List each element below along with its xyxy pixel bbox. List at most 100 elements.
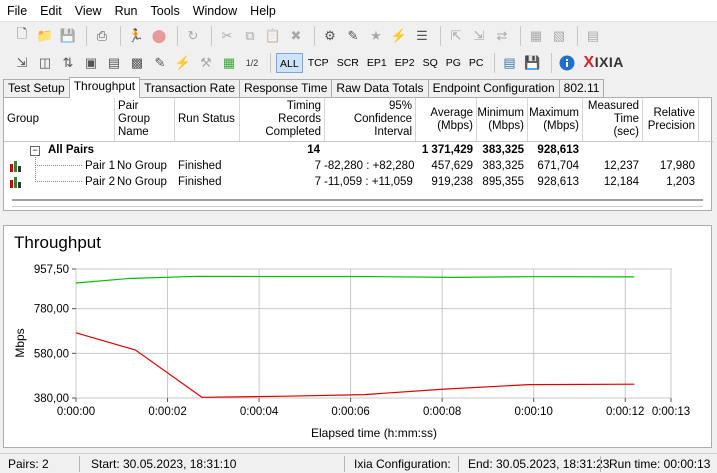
multicast-icon[interactable]: ★ — [366, 26, 386, 46]
filter-pc-button[interactable]: PC — [466, 53, 487, 73]
maximum: 671,704 — [537, 160, 579, 172]
confidence-interval: -82,280 : +82,280 — [324, 160, 415, 172]
filter-ep2-button[interactable]: EP2 — [392, 53, 418, 73]
grid-icon[interactable]: ▦ — [526, 26, 546, 46]
pair-group: No Group — [117, 176, 167, 188]
table-row[interactable]: Pair 2 No Group Finished 7 -11,059 : +11… — [4, 167, 713, 191]
save-icon[interactable]: 💾 — [58, 26, 78, 46]
col-run-status[interactable]: Run Status — [175, 98, 240, 141]
measured-time: 12,237 — [603, 160, 639, 172]
status-pairs: Pairs: 2 — [8, 457, 49, 471]
run-icon[interactable]: 🏃 — [126, 26, 146, 46]
summary-row[interactable]: − All Pairs 14 1 371,429 383,325 928,613 — [4, 143, 713, 159]
col-group[interactable]: Group — [4, 98, 115, 141]
collapse-icon[interactable]: ⇲ — [469, 26, 489, 46]
col-average[interactable]: Average (Mbps) — [416, 98, 477, 141]
pair-group-icon[interactable]: ◫ — [35, 53, 55, 73]
relative-precision: 1,203 — [666, 176, 695, 188]
filter-ep1-button[interactable]: EP1 — [364, 53, 390, 73]
copy-icon[interactable]: ⧉ — [240, 26, 260, 46]
tab-throughput[interactable]: Throughput — [68, 77, 141, 98]
disk-icon[interactable]: 💾 — [523, 53, 543, 73]
print-icon[interactable]: ⎙ — [92, 26, 112, 46]
maximum: 928,613 — [537, 176, 579, 188]
tab-802-11[interactable]: 802.11 — [558, 79, 605, 97]
filter-scr-button[interactable]: SCR — [334, 53, 362, 73]
menu-tools[interactable]: Tools — [144, 4, 186, 18]
minimum: 383,325 — [482, 160, 524, 172]
x-tick-label: 0:00:12 — [606, 406, 644, 418]
tab-bar: Test Setup Throughput Transaction Rate R… — [3, 77, 605, 98]
col-measured-time[interactable]: Measured Time (sec) — [583, 98, 643, 141]
new-file-icon[interactable]: 🗋 — [12, 26, 32, 46]
y-tick-label: 780,00 — [34, 304, 69, 316]
timing-records: 7 — [314, 176, 321, 188]
filter-all-button[interactable]: ALL — [276, 53, 303, 73]
plot-area — [75, 268, 672, 399]
cut-icon[interactable]: ✂ — [217, 26, 237, 46]
table-row[interactable]: Pair 1 No Group Finished 7 -82,280 : +82… — [4, 155, 713, 175]
refresh-icon[interactable]: ↻ — [183, 26, 203, 46]
script-icon[interactable]: ☰ — [412, 26, 432, 46]
x-tick-label: 0:00:08 — [423, 406, 461, 418]
hardware-icon[interactable]: ▣ — [81, 53, 101, 73]
edit-pair-icon[interactable]: ✎ — [343, 26, 363, 46]
tab-transaction-rate[interactable]: Transaction Rate — [139, 79, 241, 97]
timing-records: 7 — [314, 160, 321, 172]
menu-file[interactable]: File — [0, 4, 33, 18]
filter-pg-button[interactable]: PG — [443, 53, 464, 73]
status-run-time: Run time: 00:00:13 — [609, 457, 711, 471]
x-axis-label: Elapsed time (h:mm:ss) — [311, 426, 437, 440]
report-icon[interactable]: ▤ — [583, 26, 603, 46]
col-timing-records[interactable]: Timing Records Completed — [240, 98, 325, 141]
table-icon[interactable]: ▧ — [549, 26, 569, 46]
expand-icon[interactable]: ⇱ — [446, 26, 466, 46]
filter-sq-button[interactable]: SQ — [420, 53, 441, 73]
tab-response-time[interactable]: Response Time — [239, 79, 333, 97]
endpoint-icon[interactable]: ⇲ — [12, 53, 32, 73]
pair-name: Pair 1 — [85, 160, 116, 172]
menu-help[interactable]: Help — [243, 4, 282, 18]
menu-view[interactable]: View — [68, 4, 108, 18]
tab-test-setup[interactable]: Test Setup — [3, 79, 70, 97]
step-icon[interactable]: 1/2 — [242, 53, 262, 73]
menu-edit[interactable]: Edit — [33, 4, 68, 18]
summary-maximum: 928,613 — [537, 144, 579, 156]
throughput-icon[interactable]: ▦ — [219, 53, 239, 73]
minimum: 895,355 — [482, 176, 524, 188]
horizontal-scrollbar[interactable] — [12, 199, 703, 207]
endpoint-status-icon[interactable]: ▩ — [127, 53, 147, 73]
tab-endpoint-configuration[interactable]: Endpoint Configuration — [427, 79, 560, 97]
sort-icon[interactable]: ⇅ — [58, 53, 78, 73]
col-pair-group-name[interactable]: Pair Group Name — [115, 98, 175, 141]
col-relative-precision[interactable]: Relative Precision — [643, 98, 699, 141]
open-folder-icon[interactable]: 📁 — [35, 26, 55, 46]
x-tick-label: 0:00:04 — [240, 406, 279, 418]
add-pair-icon[interactable]: ⚙ — [320, 26, 340, 46]
col-confidence-interval[interactable]: 95% Confidence Interval — [325, 98, 416, 141]
options-icon[interactable]: ⚒ — [196, 53, 216, 73]
menu-window[interactable]: Window — [186, 4, 243, 18]
pair-chart-icon — [10, 161, 21, 172]
delete-icon[interactable]: ✖ — [286, 26, 306, 46]
summary-average: 1 371,429 — [421, 144, 473, 156]
info-icon[interactable] — [557, 53, 577, 73]
series-line-1 — [75, 275, 635, 284]
menu-bar: File Edit View Run Tools Window Help — [0, 0, 717, 22]
y-tick-label: 580,00 — [34, 348, 69, 360]
performance-icon[interactable]: ⚡ — [173, 53, 193, 73]
export-icon[interactable]: ▤ — [500, 53, 520, 73]
notes-icon[interactable]: ✎ — [150, 53, 170, 73]
console-icon[interactable]: ▤ — [104, 53, 124, 73]
col-minimum[interactable]: Minimum (Mbps) — [477, 98, 528, 141]
stop-icon[interactable]: ⬤ — [149, 26, 169, 46]
vpn-icon[interactable]: ⚡ — [389, 26, 409, 46]
confidence-interval: -11,059 : +11,059 — [324, 176, 413, 188]
tab-raw-data-totals[interactable]: Raw Data Totals — [331, 79, 429, 97]
paste-icon[interactable]: 📋 — [263, 26, 283, 46]
throughput-chart: 0:00:00 0:00:02 0:00:04 0:00:06 0:00:08 0:00:… — [13, 264, 690, 440]
filter-tcp-button[interactable]: TCP — [305, 53, 332, 73]
col-maximum[interactable]: Maximum (Mbps) — [528, 98, 583, 141]
menu-run[interactable]: Run — [108, 4, 144, 18]
network-icon[interactable]: ⇄ — [492, 26, 512, 46]
